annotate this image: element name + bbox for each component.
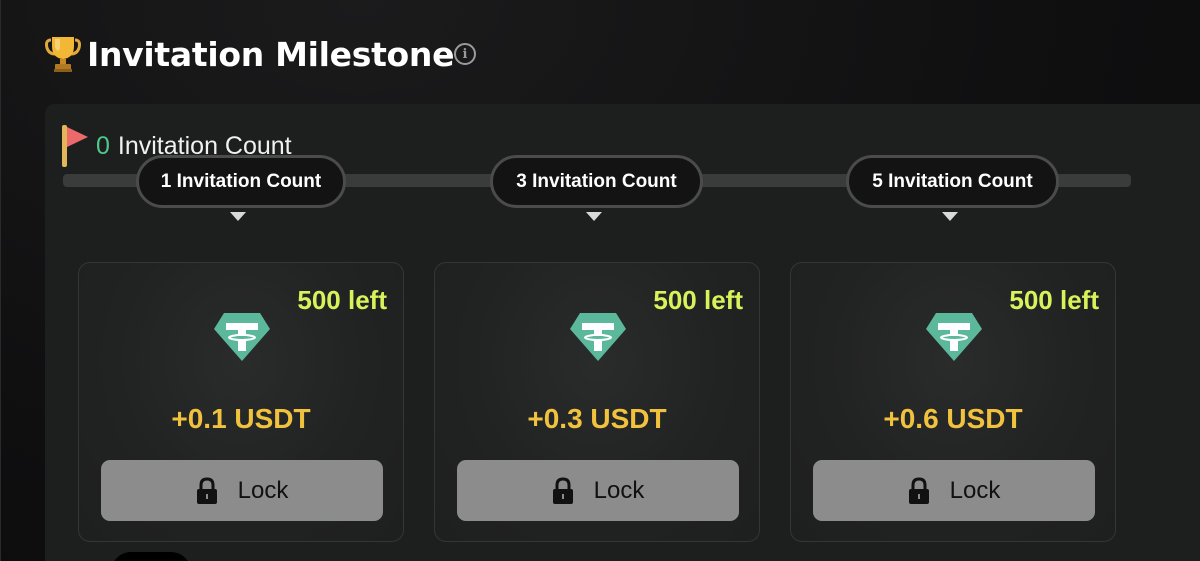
invitation-milestone-page: Invitation Milestone i 0 Invitation Coun… [0,0,1200,561]
milestone-pointer-2 [586,212,602,221]
lock-button[interactable]: Lock [457,460,739,521]
lock-button[interactable]: Lock [813,460,1095,521]
remaining-badge: 500 left [1009,285,1099,315]
flag-icon [62,125,88,167]
milestone-pill-3: 5 Invitation Count [846,155,1059,208]
reward-amount: +0.1 USDT [171,403,311,434]
header: Invitation Milestone [45,32,454,76]
lock-button-label: Lock [949,476,1001,504]
usdt-icon [926,313,982,361]
remaining-badge: 500 left [653,285,743,315]
reward-amount: +0.3 USDT [527,403,667,434]
milestone-pill-1: 1 Invitation Count [136,155,346,208]
page-title: Invitation Milestone [87,34,455,74]
lock-button[interactable]: Lock [101,460,383,521]
lock-button-label: Lock [593,476,645,504]
info-icon[interactable]: i [454,43,476,65]
lock-icon [908,476,929,504]
lock-icon [552,476,573,504]
reward-card-2: 500 left +0.3 USDT Lock [434,262,760,542]
lock-button-label: Lock [237,476,289,504]
lock-icon [196,476,217,504]
usdt-icon [570,313,626,361]
milestone-pointer-3 [942,212,958,221]
avatar-partial [111,552,191,561]
milestone-pointer-1 [230,212,246,221]
trophy-icon [45,37,81,72]
remaining-badge: 500 left [297,285,387,315]
reward-card-1: 500 left +0.1 USDT Lock [78,262,404,542]
usdt-icon [214,313,270,361]
reward-amount: +0.6 USDT [883,403,1023,434]
milestone-pill-2: 3 Invitation Count [490,155,703,208]
invitation-count-value: 0 [96,131,110,160]
reward-card-3: 500 left +0.6 USDT Lock [790,262,1116,542]
